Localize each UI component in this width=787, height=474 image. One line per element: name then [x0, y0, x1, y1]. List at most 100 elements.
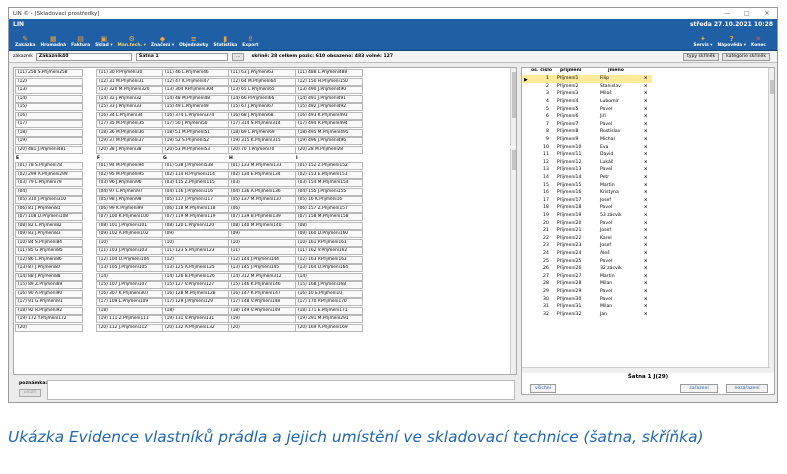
- owner-row[interactable]: 20 Příjmení20 Pavel ×: [522, 219, 652, 227]
- owner-row[interactable]: 17 Příjmení17 Josef ×: [522, 197, 652, 205]
- locker-slot[interactable]: (05) 310 J.Příjmení310: [15, 196, 83, 204]
- locker-slot[interactable]: (11) 103 J.Příjmení103: [96, 247, 164, 255]
- remove-owner-icon[interactable]: ×: [639, 160, 652, 165]
- locker-slot[interactable]: (06) 157 Z.Příjmení157: [295, 204, 363, 213]
- locker-slot[interactable]: (02) 134 E.Příjmení134: [228, 170, 296, 179]
- locker-slot[interactable]: (20) 38 J.Příjmení38: [96, 145, 164, 154]
- owner-row[interactable]: 12 Příjmení12 Lukáš ×: [522, 159, 652, 167]
- owner-row[interactable]: 25 Příjmení25 Pavel ×: [522, 257, 652, 265]
- locker-slot[interactable]: (20) 112 J.Příjmení112: [96, 323, 164, 332]
- locker-slot[interactable]: (05) 16 K.Příjmení16: [295, 196, 363, 204]
- minimize-button[interactable]: —: [717, 10, 737, 17]
- locker-slot[interactable]: (14): [295, 272, 363, 281]
- locker-slot[interactable]: (13) 320 M.Příjmení320: [96, 86, 164, 94]
- locker-slot[interactable]: (17): [15, 120, 83, 128]
- locker-slot[interactable]: (18) 69 L.Příjmení69: [228, 128, 296, 137]
- locker-slot[interactable]: (11) 162 V.Příjmení162: [295, 247, 363, 255]
- locker-slot[interactable]: (17) 91 G.Příjmení91: [15, 298, 83, 306]
- locker-slot[interactable]: (02) 95 M.Příjmení95: [96, 170, 164, 179]
- locker-slot[interactable]: (01) 133 M.Příjmení133: [228, 162, 296, 170]
- locker-slot[interactable]: (15) 492 J.Příjmení492: [295, 103, 363, 111]
- locker-slot[interactable]: (16) 90 A.Příjmení90: [15, 289, 83, 298]
- bottom-grid-scrollbar[interactable]: [510, 148, 516, 374]
- owner-row[interactable]: 27 Příjmení27 Martin ×: [522, 272, 652, 280]
- locker-slot[interactable]: (18) 171 E.Příjmení171: [295, 306, 363, 315]
- locker-slot[interactable]: (01) 94 M.Příjmení94: [96, 162, 164, 170]
- locker-slot[interactable]: (18): [15, 128, 83, 137]
- locker-slot[interactable]: (16) 374 L.Příjmení374: [162, 111, 230, 120]
- locker-slot[interactable]: (15) 67 J.Příjmení67: [228, 103, 296, 111]
- owner-row[interactable]: 4 Příjmení4 Lubomír ×: [522, 98, 652, 106]
- remove-owner-icon[interactable]: ×: [639, 266, 652, 271]
- toolbar-button-gift[interactable]: ✎ Zakázka: [15, 35, 35, 48]
- locker-slot[interactable]: (07) 158 M.Příjmení158: [295, 213, 363, 221]
- locker-slot[interactable]: (18): [96, 306, 164, 315]
- locker-slot[interactable]: (18) 36 M.Příjmení36: [96, 128, 164, 137]
- locker-slot[interactable]: (19): [228, 315, 296, 323]
- locker-slot[interactable]: (14) 88 J.Příjmení88: [15, 272, 83, 281]
- customer-select[interactable]: Zákazník40: [35, 52, 132, 61]
- locker-slot[interactable]: (14): [15, 94, 83, 103]
- locker-slot[interactable]: (14) 312 M.Příjmení312: [228, 272, 296, 281]
- owner-row[interactable]: 29 Příjmení29 Pavel ×: [522, 288, 652, 296]
- locker-slot[interactable]: (15) 49 L.Příjmení49: [162, 103, 230, 111]
- locker-slot[interactable]: (16) 10 E.Příjmení10: [295, 289, 363, 298]
- save-note-button[interactable]: uložit: [19, 389, 41, 397]
- remove-owner-icon[interactable]: ×: [639, 91, 652, 96]
- locker-slot[interactable]: (18): [162, 306, 230, 315]
- remove-owner-icon[interactable]: ×: [639, 297, 652, 302]
- locker-slot[interactable]: (16) 307 K.Příjmení307: [96, 289, 164, 298]
- locker-slot[interactable]: (15) 33 J.Příjmení33: [96, 103, 164, 111]
- locker-slot[interactable]: (10): [96, 238, 164, 247]
- locker-slot[interactable]: (03): [228, 179, 296, 187]
- remove-owner-icon[interactable]: ×: [639, 274, 652, 279]
- remove-owner-icon[interactable]: ×: [639, 312, 652, 317]
- col-surname-header[interactable]: příjmení: [554, 68, 608, 75]
- locker-slot[interactable]: (01) 78 S.Příjmení78: [15, 162, 83, 170]
- locker-slot[interactable]: (17) 35 M.Příjmení35: [96, 120, 164, 128]
- locker-slot[interactable]: (17) 109 L.Příjmení109: [96, 298, 164, 306]
- close-window-button[interactable]: ✕: [757, 10, 777, 17]
- locker-slot[interactable]: (20) 132 A.Příjmení132: [162, 323, 230, 332]
- owner-row[interactable]: 31 Příjmení31 Milan ×: [522, 303, 652, 311]
- locker-slot[interactable]: (16) 68 J.Příjmení68: [228, 111, 296, 120]
- remove-owner-icon[interactable]: ×: [639, 228, 652, 233]
- remove-owner-icon[interactable]: ×: [639, 205, 652, 210]
- locker-slot[interactable]: (15) 89 Z.Příjmení89: [15, 281, 83, 289]
- remove-owner-icon[interactable]: ×: [639, 183, 652, 188]
- locker-slot[interactable]: (07) 108 D.Příjmení108: [15, 213, 83, 221]
- locker-slot[interactable]: (15) 107 J.Příjmení107: [96, 281, 164, 289]
- assigned-button[interactable]: zařazení: [680, 384, 718, 393]
- locker-slot[interactable]: (07) 119 M.Příjmení119: [162, 213, 230, 221]
- locker-slot[interactable]: (09): [162, 230, 230, 238]
- locker-slot[interactable]: (01) 152 Z.Příjmení152: [295, 162, 363, 170]
- locker-slot[interactable]: (06) 99 K.Příjmení99: [96, 204, 164, 213]
- locker-slot[interactable]: (16) 147 K.Příjmení147: [228, 289, 296, 298]
- owner-row[interactable]: 11 Příjmení11 David ×: [522, 151, 652, 159]
- locker-slot[interactable]: (09) 102 A.Příjmení102: [96, 230, 164, 238]
- toolbar-button-close[interactable]: ✕ Konec: [751, 35, 766, 48]
- locker-slot[interactable]: (14) 66 P.Příjmení66: [228, 94, 296, 103]
- locker-slot[interactable]: (11) 63 J.Příjmení63: [228, 69, 296, 77]
- locker-slot[interactable]: (15) 168 J.Příjmení168: [295, 281, 363, 289]
- locker-slot[interactable]: (13) 164 D.Příjmení164: [295, 264, 363, 272]
- locker-slot[interactable]: (19) 131 V.Příjmení131: [162, 315, 230, 323]
- locker-slot[interactable]: (06) 81 J.Příjmení81: [15, 204, 83, 213]
- remove-owner-icon[interactable]: ×: [639, 198, 652, 203]
- remove-owner-icon[interactable]: ×: [639, 289, 652, 294]
- locker-slot[interactable]: (09) 83 J.Příjmení83: [15, 230, 83, 238]
- toolbar-button-help[interactable]: ? Nápověda ▾: [717, 35, 745, 48]
- remove-owner-icon[interactable]: ×: [639, 137, 652, 142]
- locker-slot[interactable]: (16) 493 K.Příjmení493: [295, 111, 363, 120]
- locker-slot[interactable]: (04) 116 J.Příjmení116: [162, 187, 230, 196]
- locker-slot[interactable]: (11): [228, 247, 296, 255]
- locker-slot[interactable]: (18) 51 M.Příjmení51: [162, 128, 230, 137]
- locker-slot[interactable]: (13) 105 J.Příjmení105: [96, 264, 164, 272]
- locker-slot[interactable]: (12) 47 K.Příjmení47: [162, 77, 230, 86]
- locker-slot[interactable]: (20) 169 A.Příjmení169: [295, 323, 363, 332]
- top-grid-scrollbar[interactable]: [510, 68, 516, 146]
- remove-owner-icon[interactable]: ×: [639, 167, 652, 172]
- toolbar-button-export[interactable]: ⇪ Export: [242, 35, 258, 48]
- locker-slot[interactable]: (12) 86 L.Příjmení86: [15, 255, 83, 264]
- locker-slot[interactable]: (08) 140 M.Příjmení140: [228, 221, 296, 230]
